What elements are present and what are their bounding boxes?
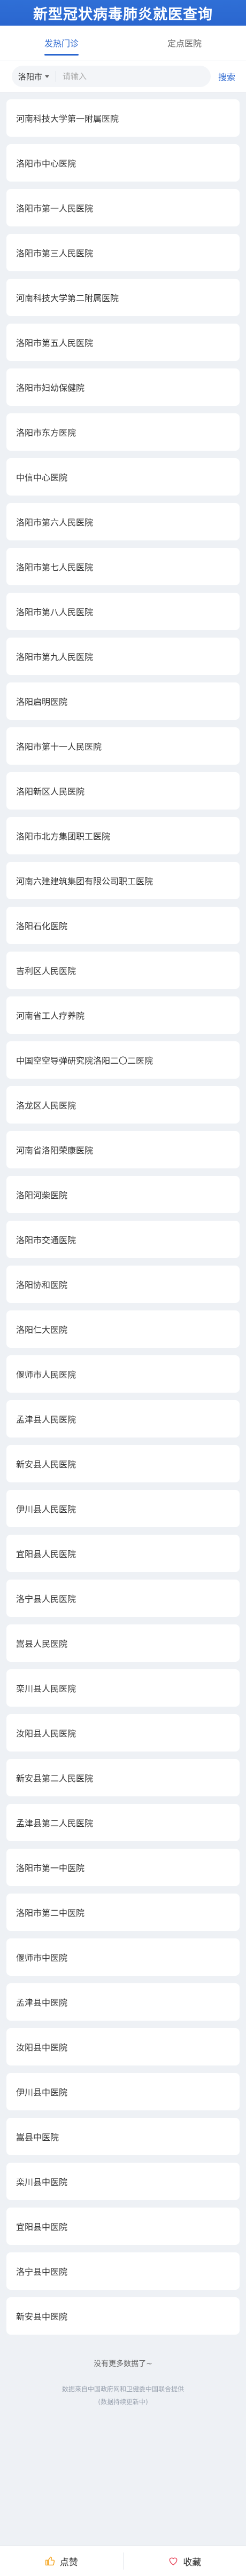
page-title: 新型冠状病毒肺炎就医查询 xyxy=(33,6,213,23)
hospital-list-item[interactable]: 洛阳市中心医院 xyxy=(6,144,240,182)
hospital-list-item[interactable]: 嵩县中医院 xyxy=(6,2118,240,2155)
source-note: 数据来自中国政府网和卫健委中国联合提供 (数据持续更新中) xyxy=(0,2383,246,2408)
hospital-list-item[interactable]: 洛阳市第一人民医院 xyxy=(6,189,240,226)
favorite-button[interactable]: 收藏 xyxy=(124,2546,246,2576)
hospital-list-item[interactable]: 栾川县人民医院 xyxy=(6,1669,240,1707)
search-box: 洛阳市 xyxy=(12,66,211,87)
hospital-list-item[interactable]: 栾川县中医院 xyxy=(6,2163,240,2200)
hospital-list-item[interactable]: 洛阳仁大医院 xyxy=(6,1310,240,1348)
like-label: 点赞 xyxy=(59,2557,78,2568)
source-note-line-1: 数据来自中国政府网和卫健委中国联合提供 xyxy=(62,2385,184,2393)
source-note-line-2: (数据持续更新中) xyxy=(98,2398,148,2406)
hospital-list-item[interactable]: 孟津县第二人民医院 xyxy=(6,1804,240,1841)
city-select-label: 洛阳市 xyxy=(18,72,43,82)
heart-icon xyxy=(169,2557,178,2565)
hospital-list-item[interactable]: 嵩县人民医院 xyxy=(6,1624,240,1662)
hospital-list-item[interactable]: 偃师市人民医院 xyxy=(6,1355,240,1393)
hospital-list-item[interactable]: 河南省工人疗养院 xyxy=(6,996,240,1034)
hospital-list-item[interactable]: 中国空空导弹研究院洛阳二〇二医院 xyxy=(6,1041,240,1079)
hospital-list-item[interactable]: 汝阳县人民医院 xyxy=(6,1714,240,1752)
search-input[interactable] xyxy=(56,71,204,82)
hospital-list-item[interactable]: 洛阳协和医院 xyxy=(6,1266,240,1303)
hospital-list-item[interactable]: 孟津县人民医院 xyxy=(6,1400,240,1438)
hospital-list-item[interactable]: 洛阳新区人民医院 xyxy=(6,772,240,810)
hospital-list-item[interactable]: 新安县第二人民医院 xyxy=(6,1759,240,1796)
hospital-list-item[interactable]: 洛阳市第八人民医院 xyxy=(6,593,240,630)
hospital-list-item[interactable]: 洛龙区人民医院 xyxy=(6,1086,240,1124)
like-button[interactable]: 点赞 xyxy=(0,2546,123,2576)
hospital-list-item[interactable]: 洛阳市第九人民医院 xyxy=(6,638,240,675)
hospital-list-item[interactable]: 洛阳市第六人民医院 xyxy=(6,503,240,540)
hospital-list-item[interactable]: 洛阳市交通医院 xyxy=(6,1221,240,1258)
hospital-list-item[interactable]: 新安县人民医院 xyxy=(6,1445,240,1482)
search-button[interactable]: 搜索 xyxy=(218,70,235,83)
hospital-list-item[interactable]: 宜阳县人民医院 xyxy=(6,1535,240,1572)
app-header: 新型冠状病毒肺炎就医查询 xyxy=(0,0,246,26)
hospital-list-item[interactable]: 洛宁县中医院 xyxy=(6,2252,240,2290)
hospital-list-item[interactable]: 吉利区人民医院 xyxy=(6,952,240,989)
tab-fever-clinic[interactable]: 发热门诊 xyxy=(0,26,123,60)
search-bar: 洛阳市 搜索 xyxy=(0,60,246,93)
hospital-list-item[interactable]: 孟津县中医院 xyxy=(6,1983,240,2021)
favorite-label: 收藏 xyxy=(183,2557,202,2568)
hospital-list-item[interactable]: 偃师市中医院 xyxy=(6,1938,240,1976)
hospital-list-item[interactable]: 洛阳市第一中医院 xyxy=(6,1849,240,1886)
thumbs-up-icon xyxy=(45,2556,55,2566)
hospital-list-item[interactable]: 河南六建建筑集团有限公司职工医院 xyxy=(6,862,240,899)
hospital-list-item[interactable]: 汝阳县中医院 xyxy=(6,2028,240,2065)
hospital-list-item[interactable]: 洛阳市妇幼保健院 xyxy=(6,368,240,406)
hospital-list-item[interactable]: 洛阳河柴医院 xyxy=(6,1176,240,1213)
hospital-list: 河南科技大学第一附属医院 洛阳市中心医院 洛阳市第一人民医院 洛阳市第三人民医院 河南科… xyxy=(0,93,246,2335)
hospital-list-item[interactable]: 伊川县人民医院 xyxy=(6,1490,240,1527)
hospital-list-item[interactable]: 洛阳市第二中医院 xyxy=(6,1894,240,1931)
hospital-list-item[interactable]: 洛阳市第十一人民医院 xyxy=(6,727,240,765)
hospital-list-item[interactable]: 河南科技大学第二附属医院 xyxy=(6,279,240,316)
hospital-list-item[interactable]: 洛阳市第七人民医院 xyxy=(6,548,240,585)
tab-bar: 发热门诊 定点医院 xyxy=(0,26,246,60)
no-more-text: 没有更多数据了~ xyxy=(94,2360,152,2368)
hospital-list-item[interactable]: 洛阳市北方集团职工医院 xyxy=(6,817,240,854)
chevron-down-icon xyxy=(45,75,50,78)
hospital-list-item[interactable]: 洛阳市第三人民医院 xyxy=(6,234,240,271)
hospital-list-item[interactable]: 洛阳市东方医院 xyxy=(6,413,240,451)
city-select[interactable]: 洛阳市 xyxy=(18,71,57,82)
hospital-list-item[interactable]: 洛阳石化医院 xyxy=(6,907,240,944)
hospital-list-item[interactable]: 洛宁县人民医院 xyxy=(6,1580,240,1617)
hospital-list-item[interactable]: 宜阳县中医院 xyxy=(6,2208,240,2245)
hospital-list-item[interactable]: 中信中心医院 xyxy=(6,458,240,496)
hospital-list-item[interactable]: 河南省洛阳荣康医院 xyxy=(6,1131,240,1168)
bottom-action-bar: 点赞 收藏 xyxy=(0,2546,246,2576)
hospital-list-item[interactable]: 洛阳市第五人民医院 xyxy=(6,324,240,361)
hospital-list-item[interactable]: 洛阳启明医院 xyxy=(6,682,240,720)
hospital-list-item[interactable]: 伊川县中医院 xyxy=(6,2073,240,2110)
tab-designated-hospital[interactable]: 定点医院 xyxy=(123,26,246,60)
hospital-list-item[interactable]: 河南科技大学第一附属医院 xyxy=(6,99,240,137)
hospital-list-item[interactable]: 新安县中医院 xyxy=(6,2297,240,2335)
